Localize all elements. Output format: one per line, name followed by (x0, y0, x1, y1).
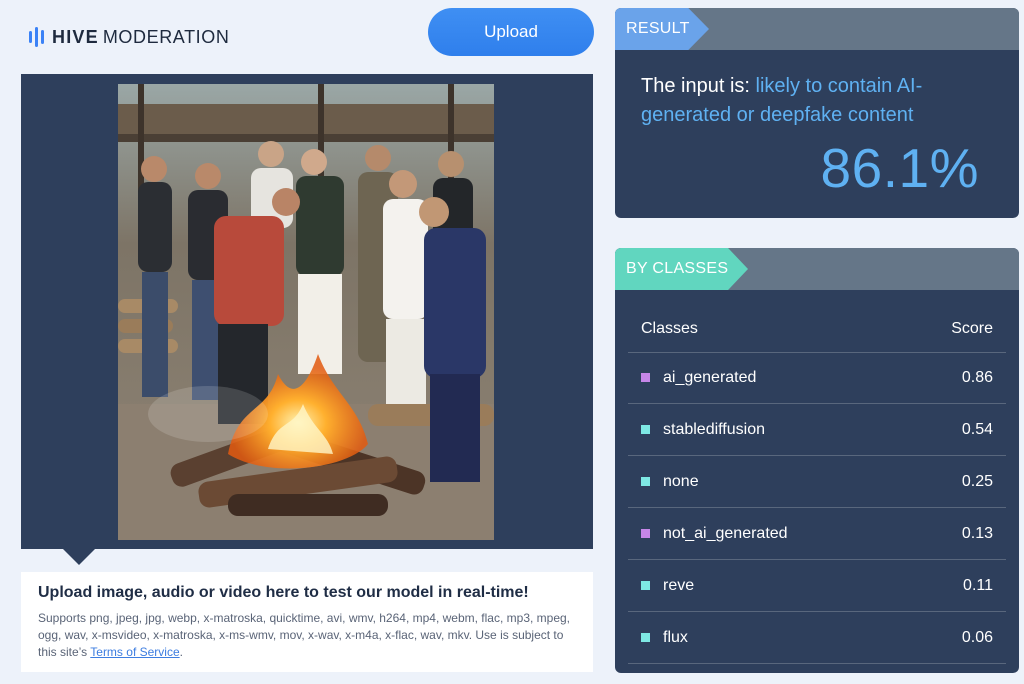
upload-info-title: Upload image, audio or video here to tes… (38, 584, 529, 601)
result-tag: RESULT (615, 8, 709, 50)
classes-table-header: Classes Score (628, 306, 1006, 353)
class-color-swatch (641, 581, 650, 590)
result-prefix: The input is: (641, 75, 756, 97)
table-row: flux 0.06 (628, 612, 1006, 664)
upload-button[interactable]: Upload (428, 8, 594, 56)
logo-bold: HIVE (52, 26, 99, 47)
classes-table-body: ai_generated 0.86 stablediffusion 0.54 n… (628, 352, 1006, 664)
class-score: 0.13 (961, 524, 993, 542)
terms-of-service-link[interactable]: Terms of Service (90, 645, 179, 659)
uploaded-photo-image (118, 84, 494, 540)
score-column-header: Score (951, 320, 993, 337)
table-row: ai_generated 0.86 (628, 352, 1006, 404)
table-row: not_ai_generated 0.13 (628, 508, 1006, 560)
class-color-swatch (641, 529, 650, 538)
panel-pointer (63, 549, 95, 565)
logo-text: HIVE MODERATION (52, 27, 229, 48)
hive-logo-icon (29, 27, 44, 47)
result-statement: The input is: likely to contain AI-gener… (641, 72, 1001, 130)
class-name: flux (663, 628, 688, 646)
classes-card: BY CLASSES Classes Score ai_generated 0.… (615, 248, 1019, 673)
class-score: 0.11 (963, 576, 993, 594)
table-row: none 0.25 (628, 456, 1006, 508)
class-score: 0.06 (961, 628, 993, 646)
upload-info-description: Supports png, jpeg, jpg, webp, x-matrosk… (38, 610, 576, 661)
class-score: 0.25 (961, 472, 993, 490)
table-row: stablediffusion 0.54 (628, 404, 1006, 456)
class-color-swatch (641, 373, 650, 382)
class-name: not_ai_generated (663, 524, 788, 542)
class-color-swatch (641, 477, 650, 486)
result-card: RESULT The input is: likely to contain A… (615, 8, 1019, 218)
logo-light: MODERATION (102, 26, 230, 47)
class-score: 0.54 (961, 420, 993, 438)
uploaded-photo (118, 84, 494, 540)
table-row: reve 0.11 (628, 560, 1006, 612)
upload-info-box: Upload image, audio or video here to tes… (21, 572, 593, 672)
hive-logo[interactable]: HIVE MODERATION (29, 26, 229, 48)
class-color-swatch (641, 633, 650, 642)
class-score: 0.86 (961, 368, 993, 386)
class-name: ai_generated (663, 368, 757, 386)
trailing-period: . (179, 645, 183, 659)
class-name: reve (663, 576, 695, 594)
image-preview-panel (21, 74, 593, 549)
classes-tag: BY CLASSES (615, 248, 748, 290)
result-percentage: 86.1% (820, 137, 979, 199)
class-name: stablediffusion (663, 420, 765, 438)
classes-column-header: Classes (641, 320, 698, 337)
classes-card-header: BY CLASSES (615, 248, 1019, 290)
result-card-header: RESULT (615, 8, 1019, 50)
class-color-swatch (641, 425, 650, 434)
class-name: none (663, 472, 699, 490)
